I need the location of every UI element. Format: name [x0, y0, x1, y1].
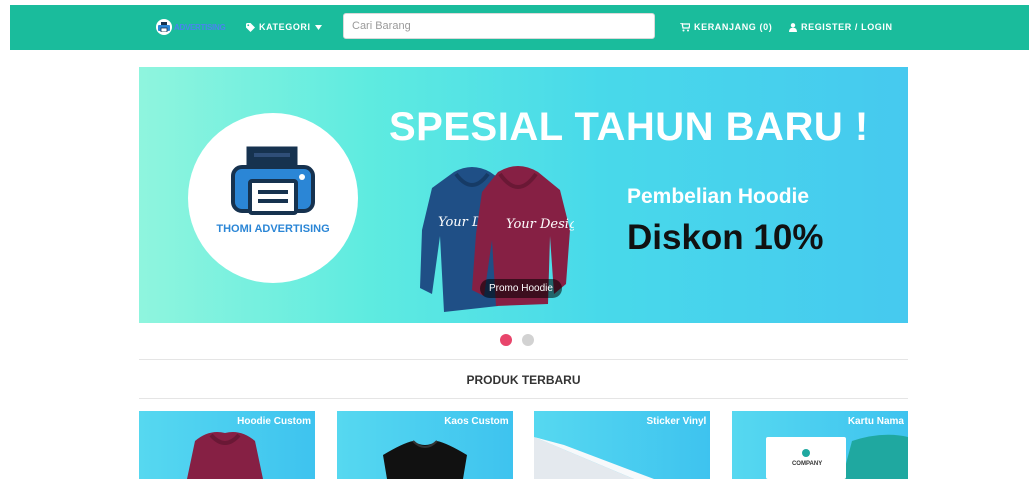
product-grid: Hoodie Custom Kaos Custom Sticker Vinyl …	[139, 411, 908, 479]
search-input[interactable]	[343, 13, 655, 39]
business-card-text: COMPANY	[791, 461, 823, 467]
navbar: ADVERTISING KATEGORI KERANJANG (0) REGIS…	[10, 5, 1029, 50]
user-icon	[789, 22, 797, 32]
cart-icon	[680, 22, 690, 31]
banner-headline: SPESIAL TAHUN BARU !	[389, 105, 869, 149]
kategori-label: KATEGORI	[259, 22, 311, 32]
banner-brand-name: THOMI ADVERTISING	[216, 223, 330, 235]
login-label: REGISTER / LOGIN	[801, 22, 893, 32]
section-divider-bottom	[139, 398, 908, 399]
section-divider-top	[139, 359, 908, 360]
product-name: Kartu Nama	[847, 416, 904, 427]
cart-label: KERANJANG (0)	[694, 22, 773, 32]
kategori-dropdown[interactable]: KATEGORI	[246, 22, 322, 32]
banner-subtitle: Pembelian Hoodie	[627, 185, 810, 208]
banner-discount: Diskon 10%	[627, 218, 824, 257]
promo-carousel[interactable]: THOMI ADVERTISING SPESIAL TAHUN BARU ! Y…	[139, 67, 908, 323]
brand-circle: THOMI ADVERTISING	[188, 113, 358, 283]
printer-logo-icon	[156, 19, 172, 35]
brand-logo-link[interactable]: ADVERTISING	[156, 19, 226, 35]
section-title: PRODUK TERBARU	[466, 373, 581, 387]
product-name: Hoodie Custom	[237, 416, 311, 427]
printer-icon	[231, 146, 315, 215]
carousel-indicators	[500, 334, 534, 346]
product-card[interactable]: Kaos Custom	[336, 411, 513, 479]
product-name: Kaos Custom	[444, 416, 509, 427]
product-card[interactable]: Kartu Nama COMPANY	[731, 411, 908, 479]
product-name: Sticker Vinyl	[646, 416, 707, 427]
product-card[interactable]: Hoodie Custom	[139, 411, 315, 479]
carousel-dot-2[interactable]	[522, 334, 534, 346]
product-card[interactable]: Sticker Vinyl	[534, 411, 711, 479]
tag-icon	[246, 22, 255, 32]
carousel-dot-1[interactable]	[500, 334, 512, 346]
hoodie-print-2: Your Design	[506, 217, 574, 232]
cart-link[interactable]: KERANJANG (0)	[680, 22, 772, 32]
register-login-link[interactable]: REGISTER / LOGIN	[789, 22, 893, 32]
brand-text: ADVERTISING	[174, 22, 226, 32]
caret-down-icon	[314, 24, 322, 30]
carousel-caption: Promo Hoodie	[480, 279, 562, 298]
